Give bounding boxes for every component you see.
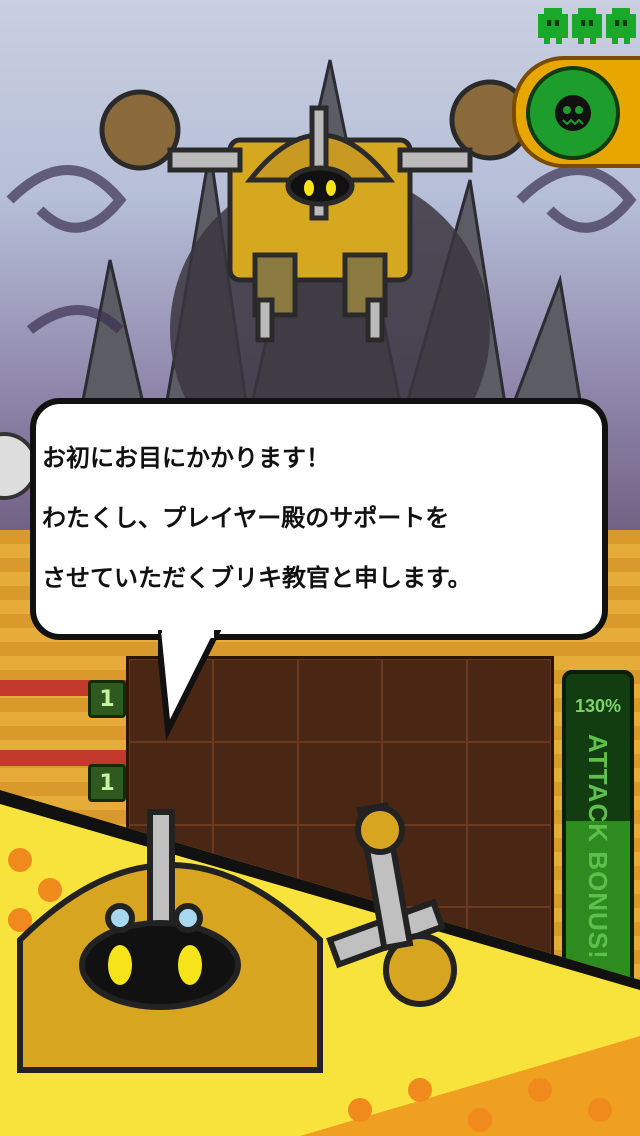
dialogue-line: お初にお目にかかります！ bbox=[42, 444, 330, 472]
dialogue-bubble[interactable]: お初にお目にかかります！ わたくし、プレイヤー殿のサポートを させていただくブリ… bbox=[30, 398, 608, 640]
row-count-badge: 1 bbox=[88, 680, 126, 718]
skull-icon bbox=[555, 95, 591, 131]
invader-life-icon bbox=[606, 8, 636, 44]
dialogue-bubble-tail bbox=[158, 630, 222, 740]
boss-dial bbox=[526, 66, 620, 160]
grid-cell[interactable] bbox=[382, 659, 467, 742]
grid-cell[interactable] bbox=[466, 659, 551, 742]
instructor-banner bbox=[0, 790, 640, 1136]
dialogue-line: させていただくブリキ教官と申します。 bbox=[42, 564, 472, 592]
boss-gauge[interactable] bbox=[512, 56, 640, 168]
lives-indicator bbox=[538, 8, 636, 44]
attack-bonus-percent: 130% bbox=[574, 696, 622, 716]
game-screen: 1 1 130% ATTACK BONUS! お初にお目にかかります！ わたくし… bbox=[0, 0, 640, 1136]
dialogue-line: わたくし、プレイヤー殿のサポートを bbox=[42, 504, 450, 532]
grid-cell[interactable] bbox=[297, 659, 383, 742]
invader-life-icon bbox=[572, 8, 602, 44]
invader-life-icon bbox=[538, 8, 568, 44]
